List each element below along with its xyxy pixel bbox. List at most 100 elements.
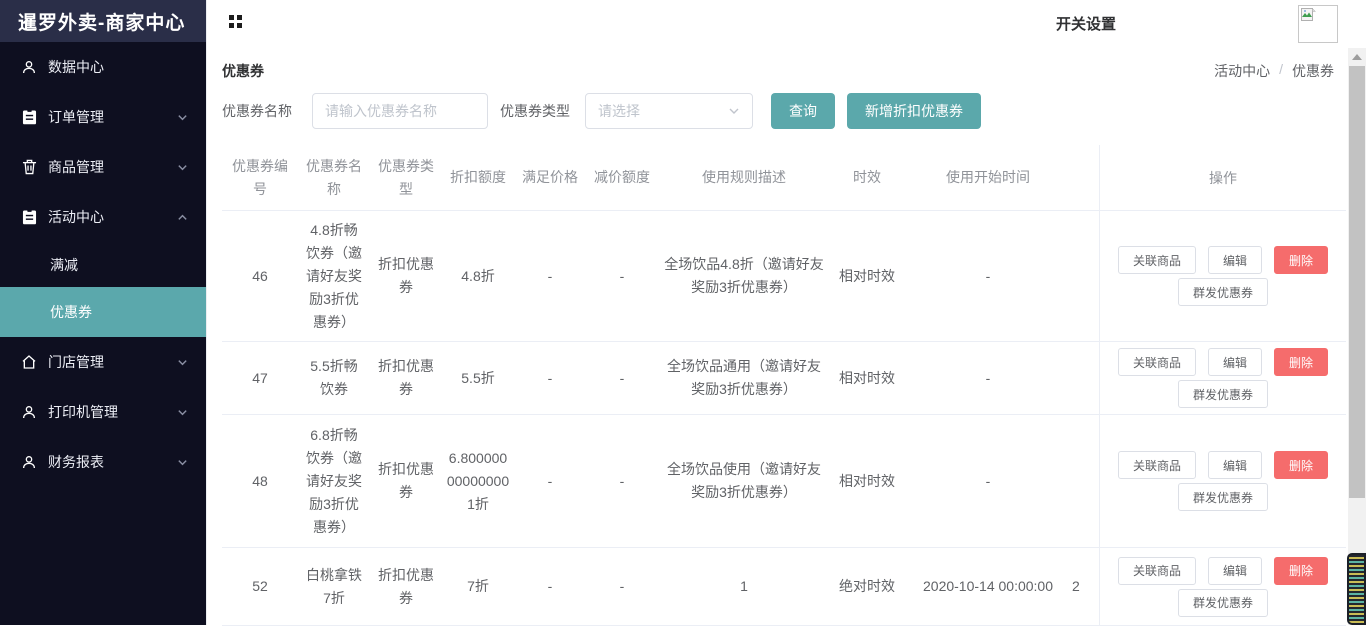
- col-actions: 操作: [1100, 145, 1346, 211]
- select-placeholder: 请选择: [598, 101, 640, 121]
- cell-name: 5.5折畅饮券: [298, 342, 370, 414]
- edit-button[interactable]: 编辑: [1208, 348, 1262, 376]
- cell-min-price: -: [514, 548, 586, 625]
- cell-id: 52: [222, 548, 298, 625]
- sidebar-item-activity-center[interactable]: 活动中心: [0, 192, 206, 242]
- clipboard-icon: [20, 108, 38, 126]
- home-icon: [20, 353, 38, 371]
- delete-button[interactable]: 删除: [1274, 348, 1328, 376]
- sidebar-item-label: 活动中心: [48, 207, 104, 227]
- bulk-send-coupon-button[interactable]: 群发优惠券: [1178, 589, 1268, 617]
- sidebar-subitem-label: 优惠券: [50, 302, 92, 322]
- cell-reduce: -: [586, 548, 658, 625]
- sidebar-item-label: 数据中心: [48, 57, 104, 77]
- switch-settings-button[interactable]: 开关设置: [1056, 13, 1116, 34]
- topbar: 开关设置: [207, 0, 1366, 48]
- cell-discount: 5.5折: [442, 342, 514, 414]
- edit-button[interactable]: 编辑: [1208, 557, 1262, 585]
- sidebar-item-label: 财务报表: [48, 452, 104, 472]
- delete-button[interactable]: 删除: [1274, 246, 1328, 274]
- sidebar-item-products[interactable]: 商品管理: [0, 142, 206, 192]
- delete-button[interactable]: 删除: [1274, 451, 1328, 479]
- app-title: 暹罗外卖-商家中心: [0, 0, 206, 42]
- bulk-send-coupon-button[interactable]: 群发优惠券: [1178, 380, 1268, 408]
- cell-id: 46: [222, 211, 298, 341]
- sidebar-item-stores[interactable]: 门店管理: [0, 337, 206, 387]
- cell-min-price: -: [514, 342, 586, 414]
- breadcrumb: 活动中心 / 优惠券: [1214, 61, 1334, 81]
- cell-discount: 4.8折: [442, 211, 514, 341]
- scrollbar-thumb[interactable]: [1349, 66, 1365, 498]
- breadcrumb-current[interactable]: 优惠券: [1292, 61, 1334, 81]
- col-reduce: 减价额度: [586, 145, 658, 210]
- sidebar-subitem-label: 满减: [50, 255, 78, 275]
- cell-min-price: -: [514, 415, 586, 547]
- cell-validity: 绝对时效: [830, 548, 904, 625]
- cell-discount: 7折: [442, 548, 514, 625]
- add-discount-coupon-button[interactable]: 新增折扣优惠券: [847, 93, 981, 129]
- cell-type: 折扣优惠券: [370, 548, 442, 625]
- col-start-time: 使用开始时间: [904, 145, 1072, 210]
- chevron-down-icon: [728, 105, 740, 117]
- row-actions: 关联商品 编辑 删除 群发优惠券: [1100, 548, 1346, 626]
- cell-reduce: -: [586, 415, 658, 547]
- cell-reduce: -: [586, 342, 658, 414]
- filter-bar: 优惠券名称 优惠券类型 请选择 查询 新增折扣优惠券: [207, 93, 1366, 129]
- row-actions: 关联商品 编辑 删除 群发优惠券: [1100, 415, 1346, 548]
- breadcrumb-parent[interactable]: 活动中心: [1214, 61, 1270, 81]
- cell-min-price: -: [514, 211, 586, 341]
- cell-start-time: -: [904, 211, 1072, 341]
- sidebar-item-orders[interactable]: 订单管理: [0, 92, 206, 142]
- chevron-down-icon: [177, 407, 188, 418]
- link-product-button[interactable]: 关联商品: [1118, 451, 1196, 479]
- chevron-down-icon: [177, 357, 188, 368]
- cell-discount: 6.800000000000001折: [442, 415, 514, 547]
- col-coupon-name: 优惠券名称: [298, 145, 370, 210]
- sidebar-item-label: 订单管理: [48, 107, 104, 127]
- bulk-send-coupon-button[interactable]: 群发优惠券: [1178, 278, 1268, 306]
- col-rule: 使用规则描述: [658, 145, 830, 210]
- link-product-button[interactable]: 关联商品: [1118, 246, 1196, 274]
- page-title: 优惠券: [222, 61, 264, 81]
- cell-validity: 相对时效: [830, 211, 904, 341]
- collapse-menu-icon[interactable]: [229, 15, 242, 28]
- row-actions: 关联商品 编辑 删除 群发优惠券: [1100, 211, 1346, 342]
- cell-validity: 相对时效: [830, 415, 904, 547]
- vertical-scrollbar[interactable]: [1348, 48, 1366, 625]
- bulk-send-coupon-button[interactable]: 群发优惠券: [1178, 483, 1268, 511]
- sidebar-subitem-coupon[interactable]: 优惠券: [0, 287, 206, 337]
- link-product-button[interactable]: 关联商品: [1118, 348, 1196, 376]
- scrollbar-up-arrow-icon[interactable]: [1352, 54, 1362, 60]
- sidebar-item-label: 打印机管理: [48, 402, 118, 422]
- chevron-up-icon: [177, 212, 188, 223]
- cell-name: 6.8折畅饮券（邀请好友奖励3折优惠券）: [298, 415, 370, 547]
- sidebar-item-finance[interactable]: 财务报表: [0, 437, 206, 487]
- coupon-name-input[interactable]: [312, 93, 488, 129]
- cell-rule: 全场饮品使用（邀请好友奖励3折优惠券）: [658, 415, 830, 547]
- broken-image-icon: [1299, 8, 1337, 21]
- cell-start-time: -: [904, 415, 1072, 547]
- link-product-button[interactable]: 关联商品: [1118, 557, 1196, 585]
- user-icon: [20, 58, 38, 76]
- sidebar-subitem-manjian[interactable]: 满减: [0, 242, 206, 287]
- actions-fixed-column: 操作 关联商品 编辑 删除 群发优惠券 关联商品 编辑 删除 群发优惠券: [1099, 145, 1346, 626]
- coupon-table: 优惠券编号 优惠券名称 优惠券类型 折扣额度 满足价格 减价额度 使用规则描述 …: [222, 145, 1346, 626]
- sidebar-item-data-center[interactable]: 数据中心: [0, 42, 206, 92]
- cell-type: 折扣优惠券: [370, 342, 442, 414]
- avatar[interactable]: [1298, 5, 1338, 43]
- cell-name: 4.8折畅饮券（邀请好友奖励3折优惠券）: [298, 211, 370, 341]
- chevron-down-icon: [177, 112, 188, 123]
- search-button[interactable]: 查询: [771, 93, 835, 129]
- edit-button[interactable]: 编辑: [1208, 451, 1262, 479]
- edit-button[interactable]: 编辑: [1208, 246, 1262, 274]
- sidebar-item-label: 商品管理: [48, 157, 104, 177]
- sidebar-item-label: 门店管理: [48, 352, 104, 372]
- chevron-down-icon: [177, 457, 188, 468]
- coupon-type-select[interactable]: 请选择: [585, 93, 753, 129]
- corner-scroll-widget[interactable]: [1347, 553, 1366, 625]
- cell-type: 折扣优惠券: [370, 415, 442, 547]
- delete-button[interactable]: 删除: [1274, 557, 1328, 585]
- sidebar-item-printers[interactable]: 打印机管理: [0, 387, 206, 437]
- chevron-down-icon: [177, 162, 188, 173]
- coupon-name-label: 优惠券名称: [222, 93, 292, 129]
